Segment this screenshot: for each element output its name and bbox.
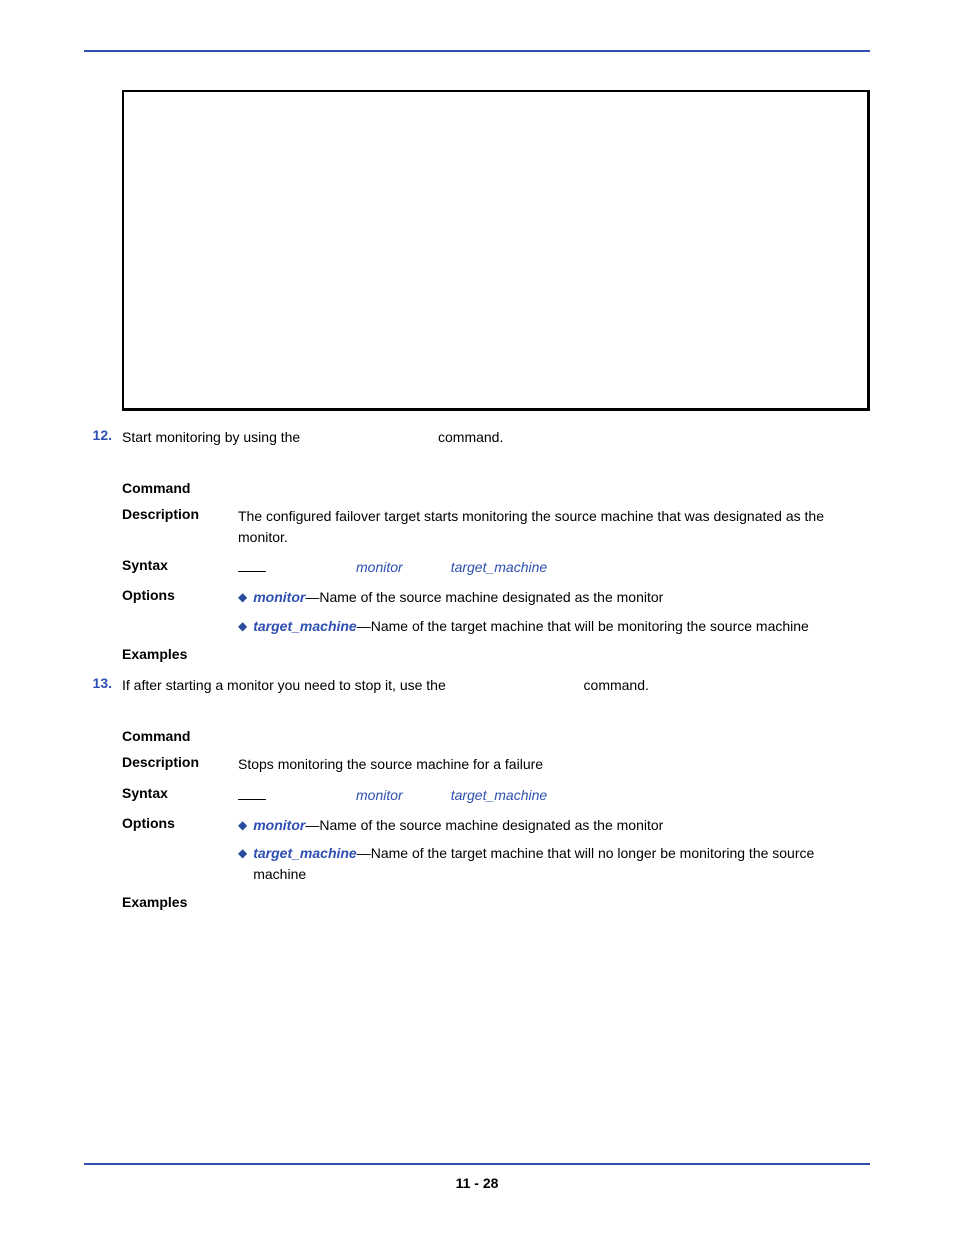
step-number: 12. (84, 427, 112, 443)
body-command (238, 728, 870, 744)
label-options: Options (122, 815, 238, 884)
top-rule (84, 50, 870, 52)
option-item: ◆ monitor—Name of the source machine des… (238, 815, 870, 835)
syntax-arg-1: monitor (356, 557, 403, 577)
syntax-arg-2: target_machine (451, 785, 548, 805)
label-examples: Examples (122, 646, 238, 662)
step-text-after: command. (438, 429, 503, 445)
page: 12. Start monitoring by using the comman… (0, 0, 954, 1235)
option-var: monitor (253, 589, 305, 605)
label-description: Description (122, 506, 238, 547)
option-var: target_machine (253, 618, 356, 634)
row-examples: Examples (122, 641, 870, 667)
step-text-before: Start monitoring by using the (122, 429, 300, 445)
option-var: target_machine (253, 845, 356, 861)
step-text: If after starting a monitor you need to … (122, 675, 870, 695)
step-text-before: If after starting a monitor you need to … (122, 677, 446, 693)
row-options: Options ◆ monitor—Name of the source mac… (122, 582, 870, 641)
figure-placeholder (122, 90, 870, 411)
bullet-diamond-icon: ◆ (238, 587, 247, 607)
option-text: monitor—Name of the source machine desig… (253, 815, 870, 835)
body-options: ◆ monitor—Name of the source machine des… (238, 587, 870, 636)
row-command: Command (122, 475, 870, 501)
label-examples: Examples (122, 894, 238, 910)
label-description: Description (122, 754, 238, 774)
body-description: The configured failover target starts mo… (238, 506, 870, 547)
option-desc: —Name of the source machine designated a… (305, 817, 663, 833)
row-command: Command (122, 723, 870, 749)
step-12: 12. Start monitoring by using the comman… (84, 427, 870, 447)
step-text-after: command. (584, 677, 649, 693)
option-desc: —Name of the source machine designated a… (305, 589, 663, 605)
label-options: Options (122, 587, 238, 636)
body-description: Stops monitoring the source machine for … (238, 754, 870, 774)
step-13: 13. If after starting a monitor you need… (84, 675, 870, 695)
row-syntax: Syntax monitor target_machine (122, 780, 870, 810)
body-options: ◆ monitor—Name of the source machine des… (238, 815, 870, 884)
label-syntax: Syntax (122, 785, 238, 805)
syntax-arg-1: monitor (356, 785, 403, 805)
row-examples: Examples (122, 889, 870, 915)
option-item: ◆ monitor—Name of the source machine des… (238, 587, 870, 607)
bullet-diamond-icon: ◆ (238, 843, 247, 884)
option-var: monitor (253, 817, 305, 833)
command-table-2: Command Description Stops monitoring the… (122, 723, 870, 915)
step-number: 13. (84, 675, 112, 691)
row-description: Description Stops monitoring the source … (122, 749, 870, 779)
page-number: 11 - 28 (456, 1175, 499, 1191)
label-syntax: Syntax (122, 557, 238, 577)
row-description: Description The configured failover targ… (122, 501, 870, 552)
label-command: Command (122, 480, 238, 496)
body-syntax: monitor target_machine (238, 785, 870, 805)
command-table-1: Command Description The configured failo… (122, 475, 870, 667)
bullet-diamond-icon: ◆ (238, 815, 247, 835)
option-text: monitor—Name of the source machine desig… (253, 587, 870, 607)
syntax-arg-2: target_machine (451, 557, 548, 577)
syntax-underline (238, 559, 266, 572)
bullet-diamond-icon: ◆ (238, 616, 247, 636)
body-examples (238, 894, 870, 910)
body-command (238, 480, 870, 496)
option-item: ◆ target_machine—Name of the target mach… (238, 843, 870, 884)
option-desc: —Name of the target machine that will be… (357, 618, 809, 634)
body-examples (238, 646, 870, 662)
syntax-underline (238, 787, 266, 800)
step-text: Start monitoring by using the command. (122, 427, 870, 447)
body-syntax: monitor target_machine (238, 557, 870, 577)
row-syntax: Syntax monitor target_machine (122, 552, 870, 582)
option-text: target_machine—Name of the target machin… (253, 616, 870, 636)
label-command: Command (122, 728, 238, 744)
page-footer: 11 - 28 (84, 1163, 870, 1191)
row-options: Options ◆ monitor—Name of the source mac… (122, 810, 870, 889)
option-item: ◆ target_machine—Name of the target mach… (238, 616, 870, 636)
option-text: target_machine—Name of the target machin… (253, 843, 870, 884)
